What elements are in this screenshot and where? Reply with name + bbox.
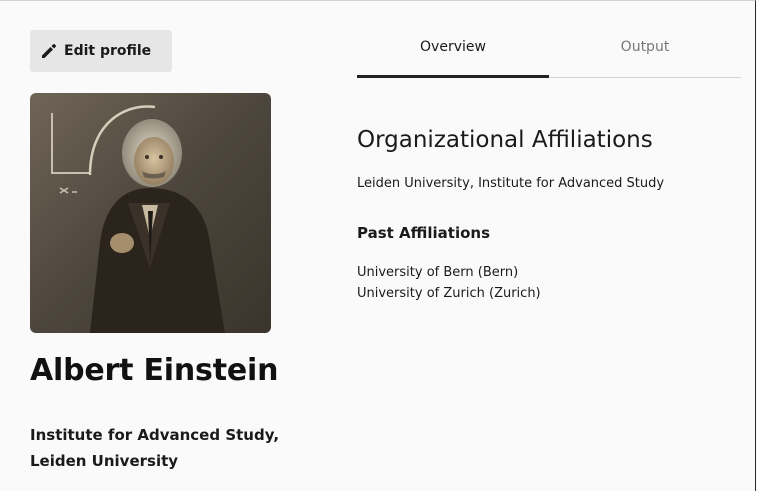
profile-photo [30,93,271,333]
profile-name: Albert Einstein [30,353,279,388]
past-affiliations-list: University of Bern (Bern) University of … [357,262,541,304]
past-affiliations-heading: Past Affiliations [357,224,491,242]
tab-overview[interactable]: Overview [357,27,549,78]
pencil-icon [40,42,58,60]
profile-tabs: Overview Output [357,27,741,78]
profile-affiliation-line: Leiden University [30,452,179,470]
section-title: Organizational Affiliations [357,127,653,153]
list-item: University of Zurich (Zurich) [357,286,541,301]
profile-affiliation-line: Institute for Advanced Study, [30,426,280,444]
profile-page: Edit profile Albert Einstein Institute f… [0,0,756,491]
list-item: University of Bern (Bern) [357,265,519,280]
edit-profile-label: Edit profile [64,43,152,59]
profile-affiliation: Institute for Advanced Study, Leiden Uni… [30,422,320,474]
current-affiliations: Leiden University, Institute for Advance… [357,176,665,191]
tab-output[interactable]: Output [549,27,741,77]
edit-profile-button[interactable]: Edit profile [30,30,172,72]
